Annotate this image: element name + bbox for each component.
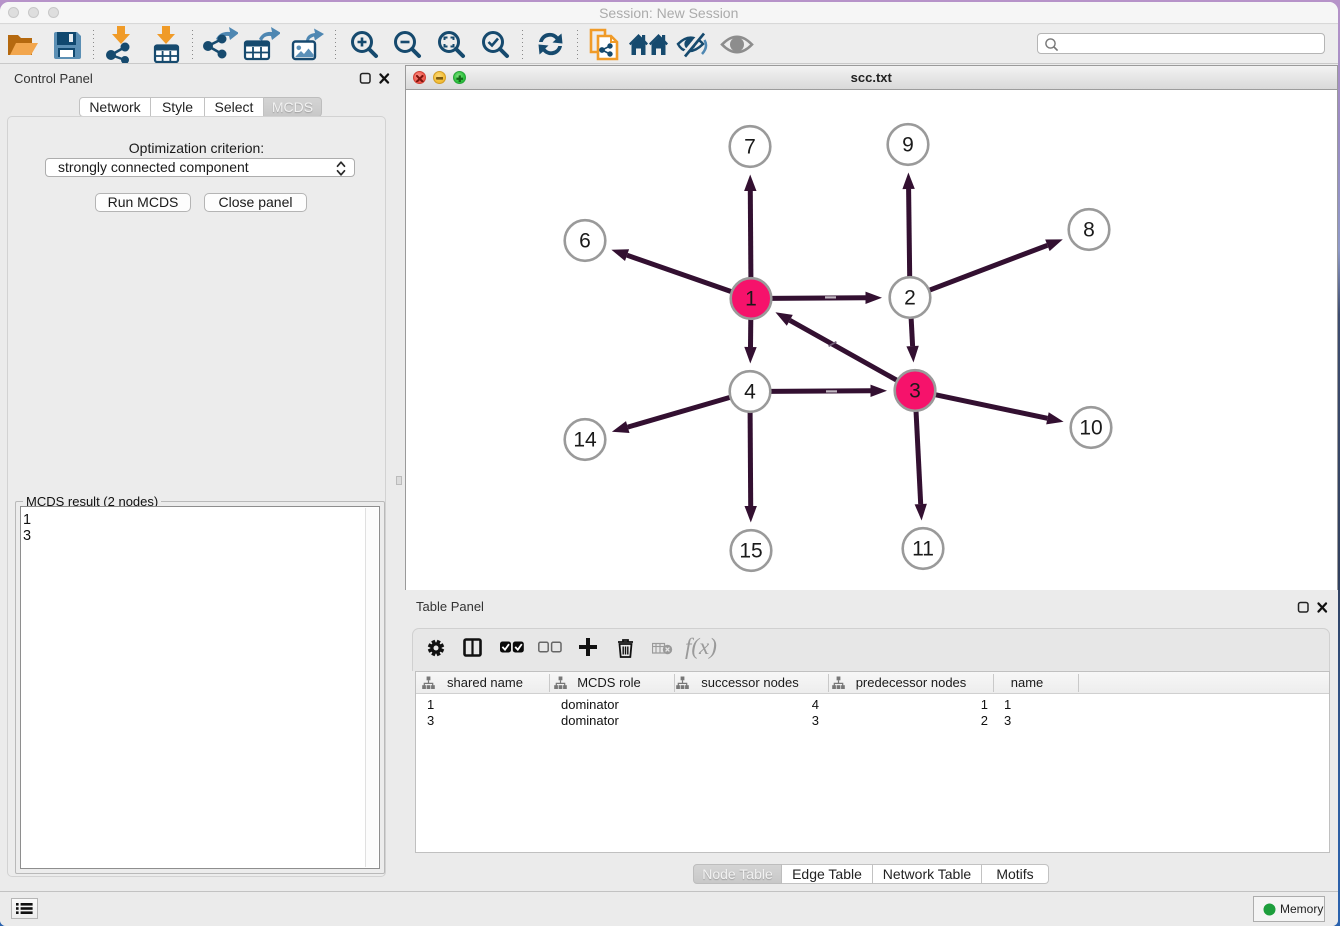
svg-text:6: 6 (579, 229, 591, 252)
svg-text:1: 1 (745, 287, 757, 310)
svg-text:3: 3 (909, 379, 921, 402)
svg-text:10: 10 (1079, 416, 1102, 439)
svg-text:9: 9 (902, 133, 914, 156)
svg-text:4: 4 (744, 380, 756, 403)
svg-text:2: 2 (904, 286, 916, 309)
svg-text:11: 11 (912, 537, 934, 560)
svg-text:14: 14 (573, 428, 597, 451)
svg-text:7: 7 (744, 135, 756, 158)
svg-text:15: 15 (739, 539, 762, 562)
svg-text:8: 8 (1083, 218, 1095, 241)
